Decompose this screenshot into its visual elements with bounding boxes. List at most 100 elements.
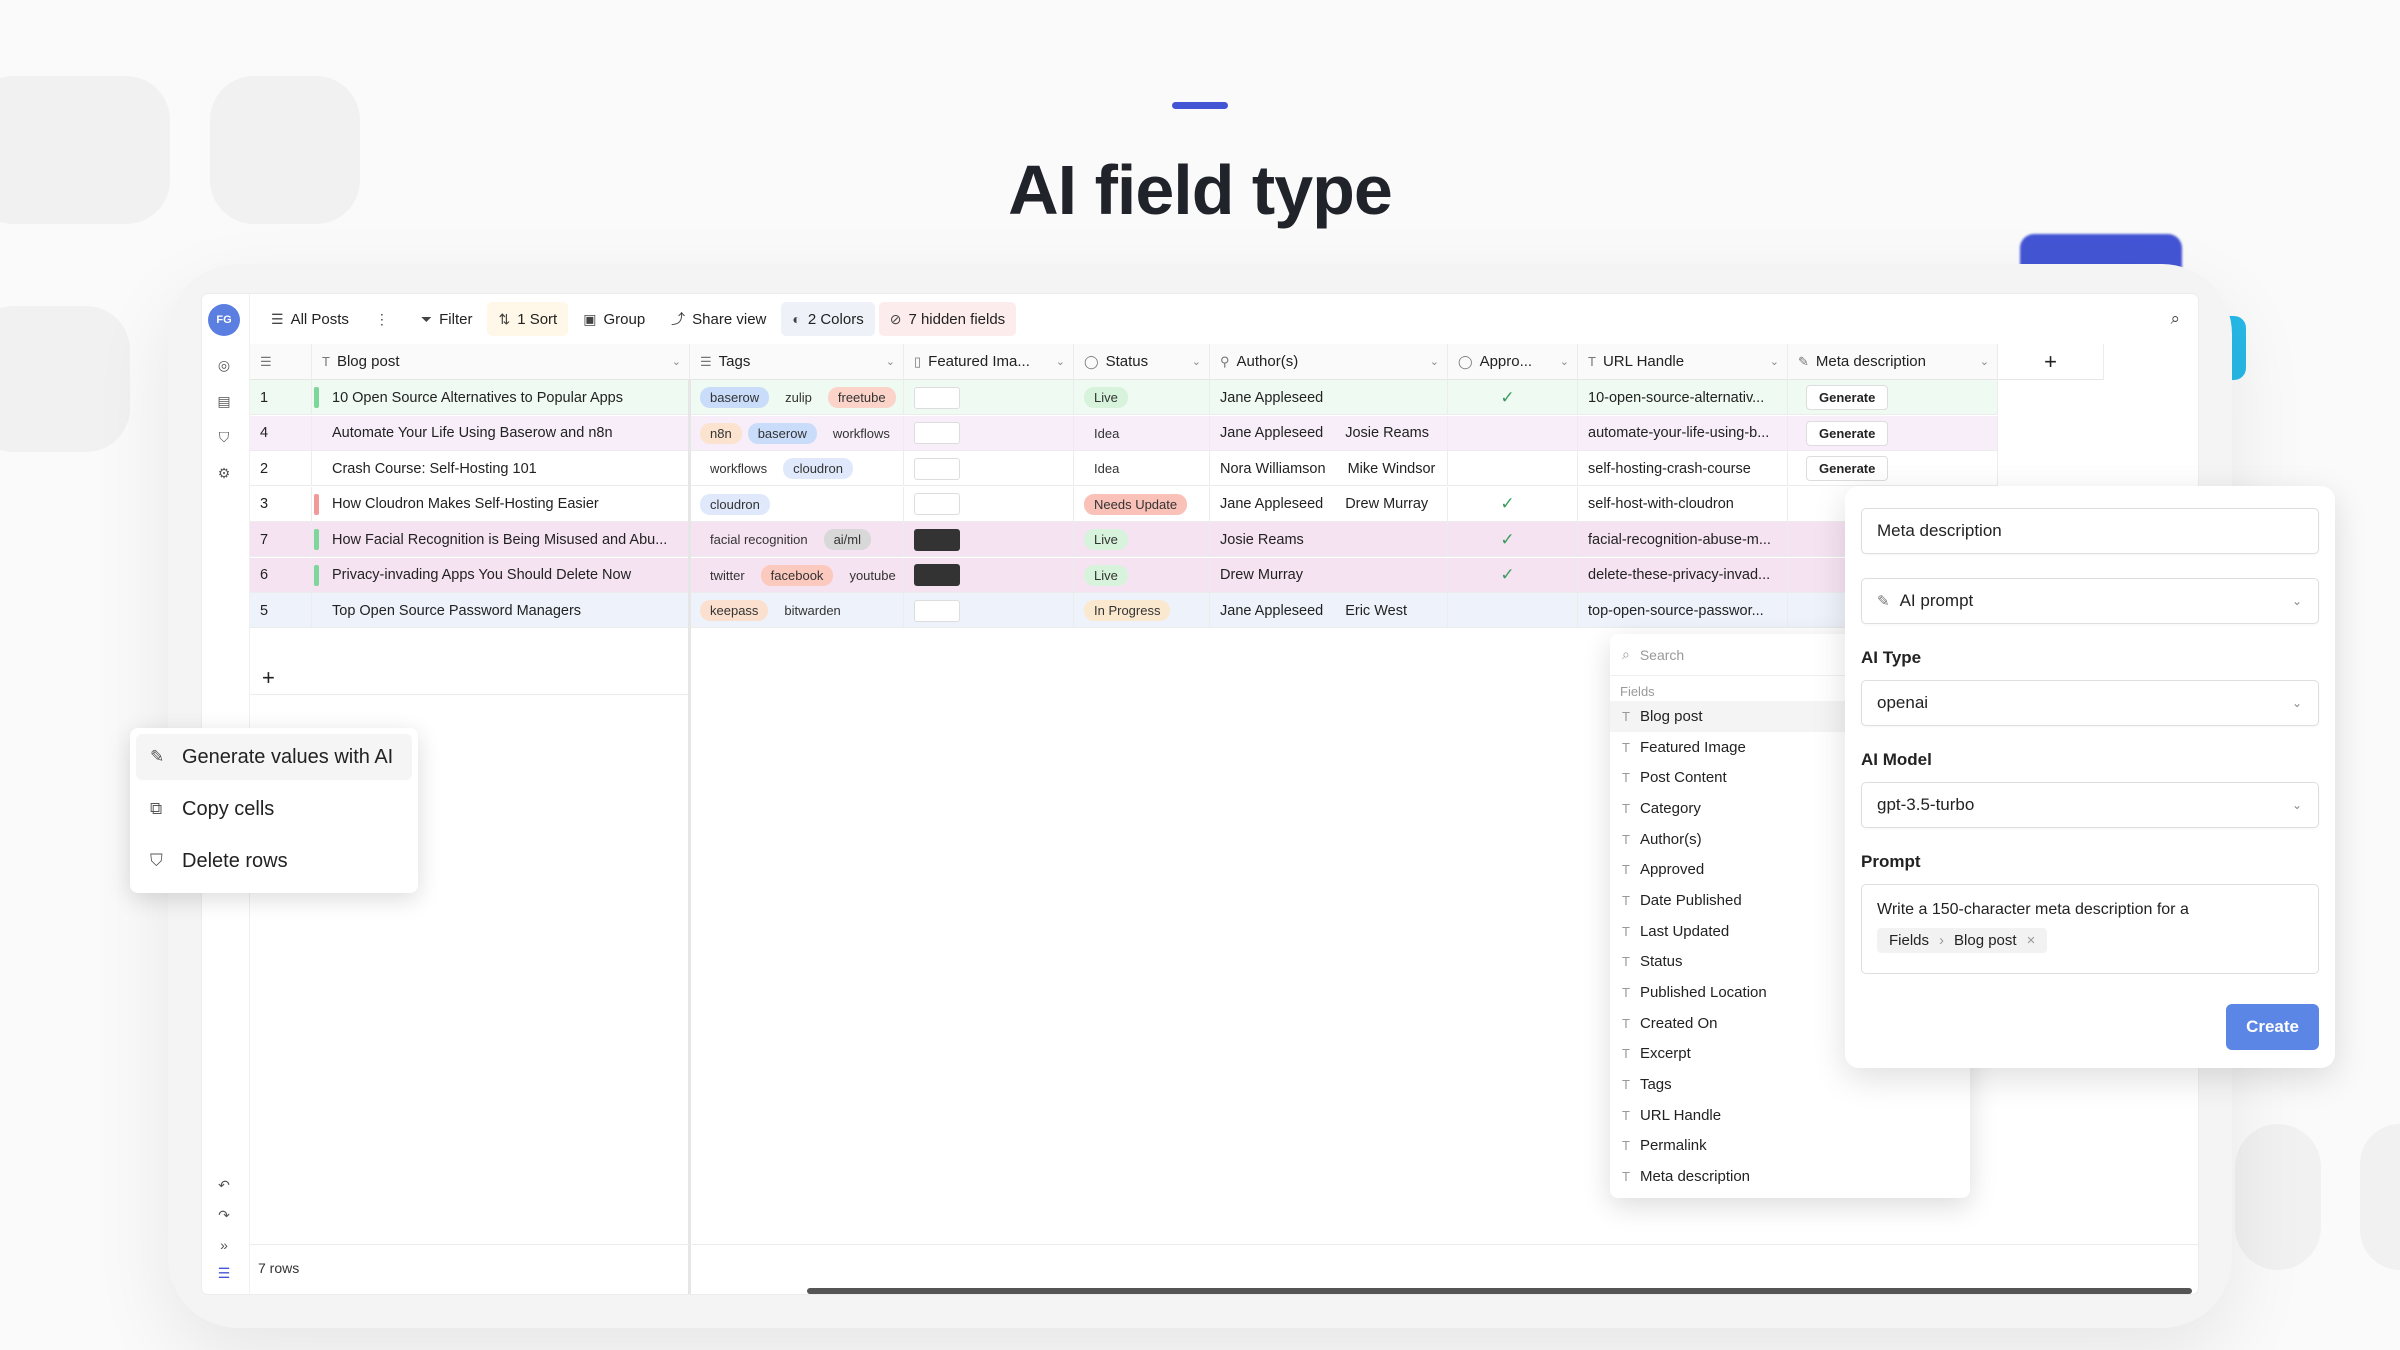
view-selector[interactable]: ☰ All Posts bbox=[260, 302, 360, 336]
search-icon[interactable]: ⌕ bbox=[2170, 309, 2180, 329]
url-handle-cell[interactable]: top-open-source-passwor... bbox=[1578, 593, 1788, 628]
redo-icon[interactable]: ↷ bbox=[215, 1206, 233, 1224]
row-id-cell[interactable]: 6 bbox=[250, 557, 312, 593]
field-reference-chip[interactable]: Fields › Blog post × bbox=[1877, 928, 2048, 953]
document-icon[interactable]: ▤ bbox=[215, 392, 233, 410]
generate-values-with-ai-item[interactable]: ✎ Generate values with AI bbox=[136, 734, 412, 780]
tags-cell[interactable]: cloudron bbox=[690, 486, 904, 522]
status-cell[interactable]: Idea bbox=[1074, 415, 1210, 451]
row-id-cell[interactable]: 7 bbox=[250, 522, 312, 557]
image-thumbnail[interactable] bbox=[914, 528, 960, 551]
column-header-tags[interactable]: ☰ Tags ⌄ bbox=[690, 344, 904, 380]
meta-description-cell[interactable]: Generate bbox=[1788, 451, 1998, 486]
image-thumbnail[interactable] bbox=[914, 386, 960, 409]
generate-button[interactable]: Generate bbox=[1806, 385, 1889, 410]
filter-button[interactable]: ⏷ Filter bbox=[410, 302, 484, 336]
generate-button[interactable]: Generate bbox=[1806, 420, 1889, 446]
meta-description-cell[interactable]: Generate bbox=[1788, 380, 1998, 415]
authors-cell[interactable]: Nora Williamson Mike Windsor bbox=[1210, 451, 1448, 486]
table-row[interactable]: 1 10 Open Source Alternatives to Popular … bbox=[250, 380, 1998, 415]
colors-button[interactable]: ◐ 2 Colors bbox=[781, 302, 875, 336]
blog-post-cell[interactable]: 10 Open Source Alternatives to Popular A… bbox=[312, 380, 690, 415]
table-row[interactable]: 7 How Facial Recognition is Being Misused… bbox=[250, 522, 1890, 557]
approved-cell[interactable] bbox=[1448, 451, 1578, 486]
add-field-button[interactable]: + bbox=[1998, 344, 2104, 380]
featured-image-cell[interactable] bbox=[904, 593, 1074, 628]
approved-cell[interactable] bbox=[1448, 415, 1578, 451]
authors-cell[interactable]: Drew Murray bbox=[1210, 557, 1448, 593]
featured-image-cell[interactable] bbox=[904, 380, 1074, 415]
status-cell[interactable]: Needs Update bbox=[1074, 486, 1210, 522]
row-id-cell[interactable]: 5 bbox=[250, 593, 312, 628]
table-row[interactable]: 5 Top Open Source Password Managers keepas… bbox=[250, 593, 1890, 628]
image-thumbnail[interactable] bbox=[914, 422, 960, 444]
horizontal-scrollbar[interactable] bbox=[807, 1288, 2192, 1294]
field-option[interactable]: T URL Handle bbox=[1610, 1100, 1970, 1131]
row-id-cell[interactable]: 4 bbox=[250, 415, 312, 451]
tags-cell[interactable]: baserow zulip freetube bbox=[690, 380, 904, 415]
url-handle-cell[interactable]: self-hosting-crash-course bbox=[1578, 451, 1788, 486]
column-header-approved[interactable]: ◯ Appro... ⌄ bbox=[1448, 344, 1578, 380]
workspace-icon[interactable]: ◎ bbox=[215, 356, 233, 374]
row-id-cell[interactable]: 2 bbox=[250, 451, 312, 486]
group-button[interactable]: ▣ Group bbox=[572, 302, 656, 336]
approved-cell[interactable]: ✓ bbox=[1448, 380, 1578, 415]
ai-type-select[interactable]: openai ⌄ bbox=[1861, 680, 2319, 726]
featured-image-cell[interactable] bbox=[904, 522, 1074, 557]
image-thumbnail[interactable] bbox=[914, 564, 960, 586]
trash-icon[interactable]: ⛉ bbox=[215, 428, 233, 446]
copy-cells-item[interactable]: ⧉ Copy cells bbox=[136, 786, 412, 832]
delete-rows-item[interactable]: ⛉ Delete rows bbox=[136, 838, 412, 884]
column-header-featured-image[interactable]: ▯ Featured Ima... ⌄ bbox=[904, 344, 1074, 380]
hidden-fields-button[interactable]: ⊘ 7 hidden fields bbox=[878, 302, 1017, 336]
field-type-select[interactable]: ✎ AI prompt ⌄ bbox=[1861, 578, 2319, 624]
authors-cell[interactable]: Jane Appleseed bbox=[1210, 380, 1448, 415]
url-handle-cell[interactable]: facial-recognition-abuse-m... bbox=[1578, 522, 1788, 557]
table-row[interactable]: 4 Automate Your Life Using Baserow and n8… bbox=[250, 415, 1998, 451]
url-handle-cell[interactable]: 10-open-source-alternativ... bbox=[1578, 380, 1788, 415]
featured-image-cell[interactable] bbox=[904, 486, 1074, 522]
blog-post-cell[interactable]: Automate Your Life Using Baserow and n8n bbox=[312, 415, 690, 451]
table-row[interactable]: 2 Crash Course: Self-Hosting 101 workflows… bbox=[250, 451, 1998, 486]
column-header-url-handle[interactable]: T URL Handle ⌄ bbox=[1578, 344, 1788, 380]
view-options-button[interactable]: ⋮ bbox=[364, 302, 400, 336]
url-handle-cell[interactable]: delete-these-privacy-invad... bbox=[1578, 557, 1788, 593]
status-cell[interactable]: Live bbox=[1074, 557, 1210, 593]
tags-cell[interactable]: facial recognition ai/ml bbox=[690, 522, 904, 557]
blog-post-cell[interactable]: Privacy-invading Apps You Should Delete … bbox=[312, 557, 690, 593]
status-cell[interactable]: Live bbox=[1074, 522, 1210, 557]
tags-cell[interactable]: n8n baserow workflows bbox=[690, 415, 904, 451]
blog-post-cell[interactable]: Top Open Source Password Managers bbox=[312, 593, 690, 628]
tags-cell[interactable]: keepass bitwarden bbox=[690, 593, 904, 628]
approved-cell[interactable]: ✓ bbox=[1448, 486, 1578, 522]
featured-image-cell[interactable] bbox=[904, 415, 1074, 451]
table-row[interactable]: 3 How Cloudron Makes Self-Hosting Easier c… bbox=[250, 486, 1890, 522]
tags-cell[interactable]: twitter facebook youtube bbox=[690, 557, 904, 593]
blog-post-cell[interactable]: How Facial Recognition is Being Misused … bbox=[312, 522, 690, 557]
approved-cell[interactable]: ✓ bbox=[1448, 557, 1578, 593]
field-option[interactable]: T Meta description bbox=[1610, 1161, 1970, 1192]
add-row-button[interactable]: + bbox=[250, 660, 690, 695]
collapse-icon[interactable]: » bbox=[215, 1236, 233, 1254]
tags-cell[interactable]: workflows cloudron bbox=[690, 451, 904, 486]
field-option[interactable]: T Permalink bbox=[1610, 1131, 1970, 1162]
status-cell[interactable]: Live bbox=[1074, 380, 1210, 415]
sort-button[interactable]: ⇅ 1 Sort bbox=[487, 302, 569, 336]
menu-icon[interactable]: ☰ bbox=[215, 1264, 233, 1282]
featured-image-cell[interactable] bbox=[904, 451, 1074, 486]
column-header-status[interactable]: ◯ Status ⌄ bbox=[1074, 344, 1210, 380]
column-header-meta-description[interactable]: ✎ Meta description ⌄ bbox=[1788, 344, 1998, 380]
meta-description-cell[interactable]: Generate bbox=[1788, 415, 1998, 451]
gear-icon[interactable]: ⚙ bbox=[215, 464, 233, 482]
featured-image-cell[interactable] bbox=[904, 557, 1074, 593]
authors-cell[interactable]: Jane Appleseed Josie Reams bbox=[1210, 415, 1448, 451]
authors-cell[interactable]: Jane Appleseed Eric West bbox=[1210, 593, 1448, 628]
generate-button[interactable]: Generate bbox=[1806, 456, 1889, 481]
prompt-input[interactable]: Write a 150-character meta description f… bbox=[1861, 884, 2319, 974]
url-handle-cell[interactable]: self-host-with-cloudron bbox=[1578, 486, 1788, 522]
column-header-blog-post[interactable]: T Blog post ⌄ bbox=[312, 344, 690, 380]
field-option[interactable]: T Tags bbox=[1610, 1069, 1970, 1100]
undo-icon[interactable]: ↶ bbox=[215, 1176, 233, 1194]
approved-cell[interactable] bbox=[1448, 593, 1578, 628]
create-button[interactable]: Create bbox=[2226, 1004, 2319, 1050]
